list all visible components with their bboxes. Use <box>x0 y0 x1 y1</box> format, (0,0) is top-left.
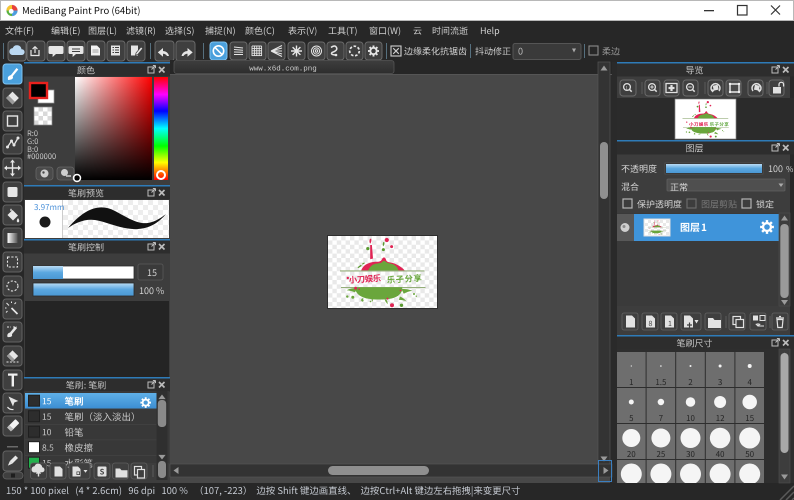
svg-text:www.x6d.com.png: www.x6d.com.png <box>249 66 317 74</box>
